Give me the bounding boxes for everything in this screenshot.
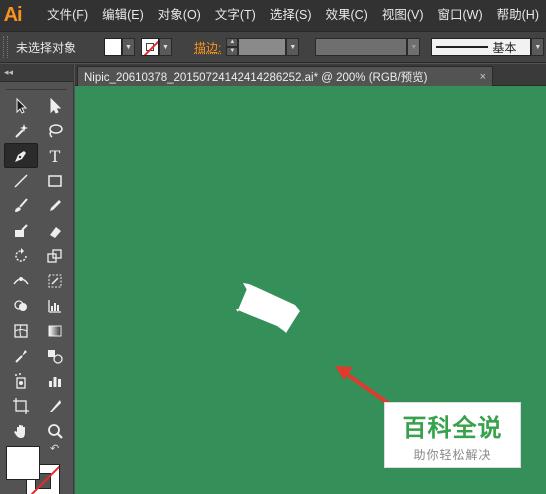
menu-edit[interactable]: 编辑(E): [95, 0, 151, 31]
tools-panel-grip[interactable]: [6, 82, 67, 90]
tools-panel-header[interactable]: ◂◂: [0, 64, 73, 82]
watermark-badge: 百科全说 助你轻松解决: [384, 402, 521, 468]
zoom-tool-icon[interactable]: [38, 418, 72, 443]
watermark-subtitle: 助你轻松解决: [413, 447, 492, 462]
tools-grid: T: [0, 90, 73, 443]
line-tool-icon[interactable]: [4, 168, 38, 193]
brush-label: 基本: [492, 40, 517, 55]
profile-dropdown-icon[interactable]: ▼: [407, 38, 421, 56]
mesh-tool-icon[interactable]: [4, 318, 38, 343]
document-tab[interactable]: Nipic_20610378_20150724142414286252.ai* …: [77, 66, 493, 86]
free-transform-tool-icon[interactable]: [38, 268, 72, 293]
artboard-canvas[interactable]: 百科全说 助你轻松解决: [75, 86, 546, 494]
selection-tool-icon[interactable]: [4, 93, 38, 118]
svg-text:T: T: [50, 147, 61, 165]
menu-window[interactable]: 窗口(W): [431, 0, 490, 31]
symbol-sprayer-tool-icon[interactable]: [4, 368, 38, 393]
selection-status: 未选择对象: [16, 40, 77, 55]
eyedropper-tool-icon[interactable]: [4, 343, 38, 368]
brush-stroke-preview: [436, 46, 489, 48]
menu-select[interactable]: 选择(S): [263, 0, 319, 31]
app-logo: Ai: [3, 4, 23, 26]
artboard-tool-icon[interactable]: [4, 393, 38, 418]
variable-width-profile[interactable]: [315, 38, 408, 56]
column-graph-tool-icon[interactable]: [38, 368, 72, 393]
control-bar: 未选择对象 ▼ ▼ 描边: ▲ ▼ ▼ ▼ 基本 ▼: [0, 31, 546, 63]
stroke-dropdown-icon[interactable]: ▼: [159, 38, 172, 56]
eraser-tool-icon[interactable]: [38, 218, 72, 243]
watermark-title: 百科全说: [402, 413, 503, 442]
fill-stroke-control: ↶: [4, 442, 70, 494]
blend-tool-icon[interactable]: [38, 343, 72, 368]
blob-brush-tool-icon[interactable]: [4, 218, 38, 243]
menu-type[interactable]: 文字(T): [208, 0, 263, 31]
menu-items: 文件(F) 编辑(E) 对象(O) 文字(T) 选择(S) 效果(C) 视图(V…: [40, 0, 546, 31]
lasso-tool-icon[interactable]: [38, 118, 72, 143]
document-tab-title: Nipic_20610378_20150724142414286252.ai* …: [84, 71, 428, 84]
menu-object[interactable]: 对象(O): [151, 0, 208, 31]
brush-definition[interactable]: 基本: [431, 38, 532, 56]
pencil-tool-icon[interactable]: [38, 193, 72, 218]
shape-builder-tool-icon[interactable]: [4, 293, 38, 318]
paintbrush-tool-icon[interactable]: [4, 193, 38, 218]
selected-white-shape[interactable]: [230, 281, 310, 341]
close-tab-icon[interactable]: ×: [480, 71, 486, 83]
menu-effect[interactable]: 效果(C): [318, 0, 374, 31]
stroke-weight-stepper[interactable]: ▲ ▼: [226, 38, 239, 56]
magic-wand-tool-icon[interactable]: [4, 118, 38, 143]
type-tool-icon[interactable]: T: [38, 143, 72, 168]
graph-tool-icon[interactable]: [38, 293, 72, 318]
stroke-label[interactable]: 描边:: [194, 39, 221, 56]
direct-selection-tool-icon[interactable]: [38, 93, 72, 118]
fill-dropdown-icon[interactable]: ▼: [122, 38, 135, 56]
stroke-weight-field[interactable]: [238, 38, 287, 56]
stroke-weight-dropdown-icon[interactable]: ▼: [286, 38, 300, 56]
rotate-tool-icon[interactable]: [4, 243, 38, 268]
brush-dropdown-icon[interactable]: ▼: [531, 38, 545, 56]
hand-tool-icon[interactable]: [4, 418, 38, 443]
rectangle-tool-icon[interactable]: [38, 168, 72, 193]
fill-color-box[interactable]: [6, 446, 40, 480]
scale-tool-icon[interactable]: [38, 243, 72, 268]
fill-swatch[interactable]: [104, 38, 122, 56]
swap-fill-stroke-icon[interactable]: ↶: [50, 442, 59, 455]
collapse-icon[interactable]: ◂◂: [4, 67, 13, 78]
menu-help[interactable]: 帮助(H): [490, 0, 546, 31]
width-tool-icon[interactable]: [4, 268, 38, 293]
menu-file[interactable]: 文件(F): [40, 0, 95, 31]
menu-view[interactable]: 视图(V): [375, 0, 431, 31]
tools-panel: ◂◂ T ↶: [0, 64, 74, 494]
menu-bar: Ai 文件(F) 编辑(E) 对象(O) 文字(T) 选择(S) 效果(C) 视…: [0, 0, 546, 31]
pen-tool-icon[interactable]: [4, 143, 38, 168]
control-bar-grip[interactable]: [3, 36, 8, 58]
stroke-swatch[interactable]: [141, 38, 159, 56]
document-tab-bar: Nipic_20610378_20150724142414286252.ai* …: [75, 64, 546, 86]
gradient-tool-icon[interactable]: [38, 318, 72, 343]
slice-tool-icon[interactable]: [38, 393, 72, 418]
